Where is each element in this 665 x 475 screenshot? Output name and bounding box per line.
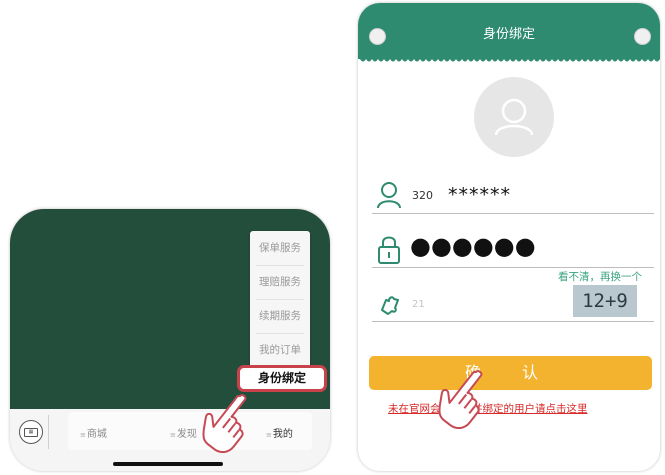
menu-item-claims-service[interactable]: 理赔服务	[250, 267, 310, 297]
tab-discover-label: 发现	[176, 429, 197, 440]
tab-mine[interactable]: ≡我的	[266, 425, 293, 440]
field-underline	[372, 321, 654, 322]
lock-icon	[378, 236, 400, 264]
menu-divider	[256, 299, 304, 300]
menu-dots-icon: ≡	[170, 431, 176, 439]
confirm-button[interactable]: 确 认	[369, 356, 652, 390]
menu-item-policy-service[interactable]: 保单服务	[250, 233, 310, 263]
account-field[interactable]: 320 ******	[372, 178, 654, 214]
left-phone-screen: 保单服务 理赔服务 续期服务 我的订单 身份绑定 ▦ ≡商城 ≡发现 ≡我的	[10, 209, 330, 471]
home-indicator	[113, 462, 223, 466]
menu-item-identity-binding[interactable]: 身份绑定	[237, 365, 327, 392]
account-masked-value: ******	[448, 184, 511, 206]
pointing-hand-icon	[202, 394, 247, 453]
right-phone-screen: 身份绑定 320 ****** ●●●●●● 看不清，再换一个 21 12+9 …	[358, 3, 660, 471]
captcha-refresh-link[interactable]: 看不清，再换一个	[558, 269, 642, 284]
keyboard-icon: ▦	[24, 427, 38, 437]
tab-mall-label: 商城	[86, 429, 107, 440]
captcha-image[interactable]: 12+9	[573, 285, 637, 317]
menu-divider	[256, 265, 304, 266]
tab-mall[interactable]: ≡商城	[80, 425, 107, 440]
menu-item-renewal-service[interactable]: 续期服务	[250, 301, 310, 331]
header-scallop-edge	[358, 56, 660, 62]
captcha-input[interactable]: 21	[412, 299, 425, 310]
pointing-hand-icon	[438, 370, 483, 429]
menu-dots-icon: ≡	[266, 431, 272, 439]
password-field[interactable]: ●●●●●●	[372, 232, 654, 268]
page-title: 身份绑定	[482, 27, 535, 42]
account-input-value: 320	[412, 189, 433, 202]
bottom-divider	[48, 415, 49, 449]
menu-divider	[256, 333, 304, 334]
user-icon	[494, 98, 534, 136]
password-masked-value: ●●●●●●	[410, 232, 536, 260]
tab-mine-label: 我的	[272, 429, 293, 440]
avatar	[474, 77, 554, 157]
tab-discover[interactable]: ≡发现	[170, 425, 197, 440]
puzzle-icon	[381, 296, 399, 315]
field-underline	[372, 267, 654, 268]
popup-menu: 保单服务 理赔服务 续期服务 我的订单	[250, 231, 310, 383]
menu-item-my-orders[interactable]: 我的订单	[250, 335, 310, 365]
menu-dots-icon: ≡	[80, 431, 86, 439]
user-icon	[377, 182, 401, 209]
keyboard-toggle-button[interactable]: ▦	[19, 420, 43, 444]
field-underline	[372, 213, 654, 214]
